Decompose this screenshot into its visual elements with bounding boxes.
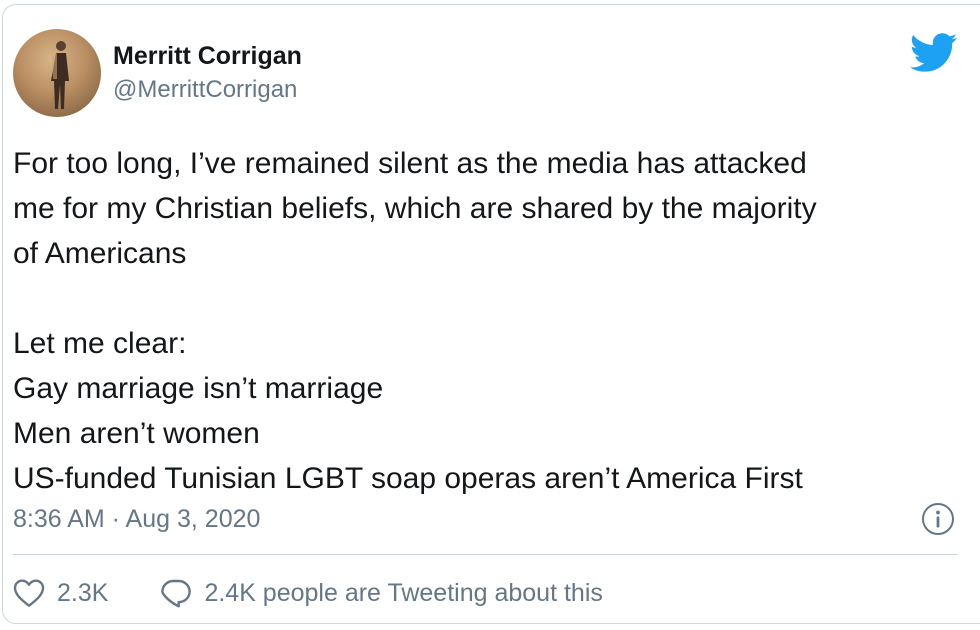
- twitter-bird-icon[interactable]: [909, 33, 959, 73]
- avatar[interactable]: [13, 29, 101, 117]
- like-button[interactable]: 2.3K: [13, 575, 108, 611]
- tweet-line: US-funded Tunisian LGBT soap operas aren…: [13, 462, 803, 495]
- tweet-line: Let me clear:: [13, 327, 187, 360]
- author-name[interactable]: Merritt Corrigan: [113, 41, 302, 71]
- info-icon[interactable]: [921, 502, 955, 536]
- tweeting-about-text: 2.4K people are Tweeting about this: [204, 579, 603, 607]
- like-count: 2.3K: [57, 579, 109, 607]
- author-block: Merritt Corrigan @MerrittCorrigan: [113, 41, 302, 105]
- tweet-line: Men aren’t women: [13, 417, 260, 450]
- speech-bubble-icon: [161, 579, 192, 608]
- action-bar: 2.3K 2.4K people are Tweeting about this: [13, 575, 603, 611]
- tweet-timestamp[interactable]: 8:36 AM · Aug 3, 2020: [13, 501, 260, 537]
- avatar-photo: [51, 41, 69, 109]
- tweet-line: of Americans: [13, 237, 187, 270]
- tweet-line-break: [13, 276, 973, 321]
- tweet-text: For too long, I’ve remained silent as th…: [13, 141, 973, 501]
- tweeting-about-link[interactable]: 2.4K people are Tweeting about this: [160, 575, 603, 611]
- tweet-line: Gay marriage isn’t marriage: [13, 372, 384, 405]
- tweet-line: For too long, I’ve remained silent as th…: [13, 147, 807, 180]
- tweet-card[interactable]: Merritt Corrigan @MerrittCorrigan For to…: [2, 4, 980, 624]
- tweet-line: me for my Christian beliefs, which are s…: [13, 192, 817, 225]
- divider: [13, 554, 958, 555]
- author-handle[interactable]: @MerrittCorrigan: [113, 75, 302, 105]
- heart-icon: [13, 579, 45, 607]
